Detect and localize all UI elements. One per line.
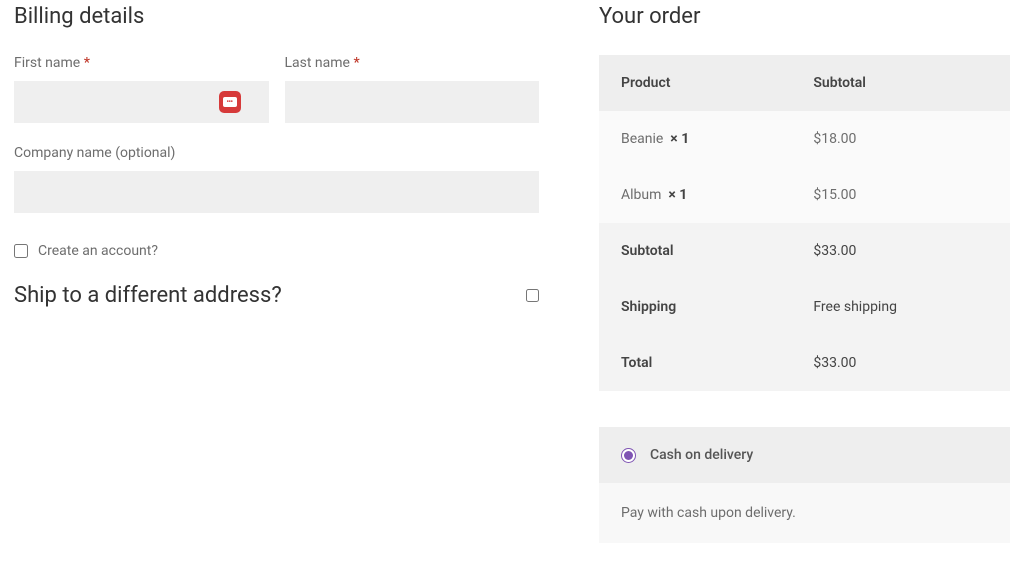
company-label: Company name (optional) bbox=[14, 145, 539, 161]
order-total-label: Total bbox=[599, 335, 791, 391]
order-total-value: Free shipping bbox=[791, 279, 1010, 335]
order-item-name: Beanie bbox=[621, 131, 663, 147]
order-total-row: Total $33.00 bbox=[599, 335, 1010, 391]
order-title: Your order bbox=[599, 4, 1010, 29]
last-name-input[interactable] bbox=[285, 81, 540, 123]
order-table: Product Subtotal Beanie × 1 $18.00 Album… bbox=[599, 55, 1010, 391]
payment-method-label: Cash on delivery bbox=[650, 447, 753, 463]
order-item-row: Album × 1 $15.00 bbox=[599, 167, 1010, 223]
payment-method-radio[interactable] bbox=[621, 448, 636, 463]
order-total-value: $33.00 bbox=[791, 335, 1010, 391]
order-header-product: Product bbox=[599, 55, 791, 111]
create-account-label: Create an account? bbox=[38, 243, 158, 259]
order-item-price: $18.00 bbox=[791, 111, 1010, 167]
order-item-qty: × 1 bbox=[670, 131, 689, 147]
required-mark: * bbox=[84, 55, 90, 71]
order-total-label: Shipping bbox=[599, 279, 791, 335]
input-badge-icon bbox=[219, 91, 241, 113]
order-header-subtotal: Subtotal bbox=[791, 55, 1010, 111]
order-subtotal-row: Subtotal $33.00 bbox=[599, 223, 1010, 279]
payment-method-row[interactable]: Cash on delivery bbox=[599, 427, 1010, 483]
order-item-price: $15.00 bbox=[791, 167, 1010, 223]
order-item-name: Album bbox=[621, 187, 661, 203]
order-total-value: $33.00 bbox=[791, 223, 1010, 279]
ship-different-checkbox[interactable] bbox=[526, 289, 539, 302]
company-input[interactable] bbox=[14, 171, 539, 213]
order-item-qty: × 1 bbox=[668, 187, 687, 203]
payment-description: Pay with cash upon delivery. bbox=[599, 483, 1010, 543]
order-shipping-row: Shipping Free shipping bbox=[599, 279, 1010, 335]
payment-box: Cash on delivery Pay with cash upon deli… bbox=[599, 427, 1010, 543]
order-item-row: Beanie × 1 $18.00 bbox=[599, 111, 1010, 167]
billing-title: Billing details bbox=[14, 4, 539, 29]
required-mark: * bbox=[353, 55, 359, 71]
ship-different-title: Ship to a different address? bbox=[14, 283, 282, 308]
last-name-label: Last name * bbox=[285, 55, 540, 71]
create-account-checkbox[interactable] bbox=[14, 244, 28, 258]
order-total-label: Subtotal bbox=[599, 223, 791, 279]
first-name-label: First name * bbox=[14, 55, 269, 71]
